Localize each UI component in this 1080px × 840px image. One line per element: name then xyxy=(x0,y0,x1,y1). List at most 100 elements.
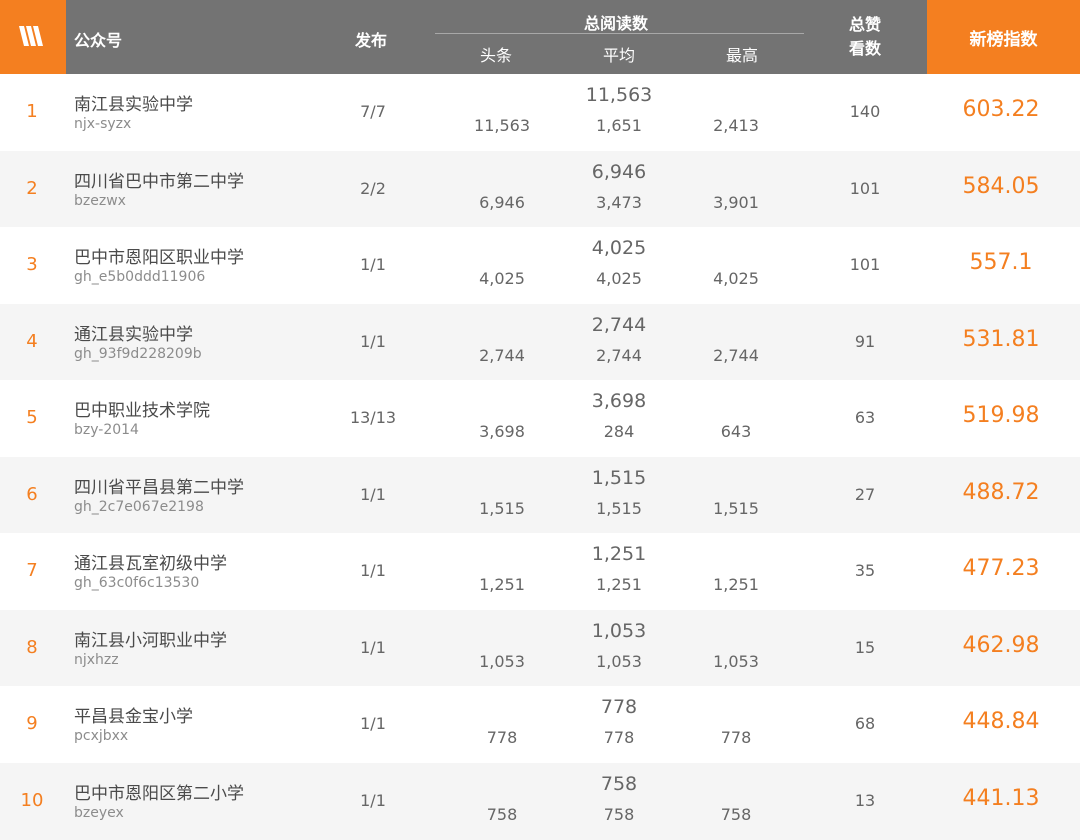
average-reads: 4,025 xyxy=(596,269,642,288)
rank: 1 xyxy=(26,101,38,122)
logo-cell xyxy=(0,0,66,74)
newrank-index: 557.1 xyxy=(969,250,1033,275)
headline-reads: 2,744 xyxy=(479,345,525,365)
highest-reads: 758 xyxy=(720,804,752,824)
highest-reads: 2,413 xyxy=(713,116,759,135)
publish-count: 13/13 xyxy=(349,408,397,427)
account-name: 巴中市恩阳区第二小学 xyxy=(74,783,244,804)
newrank-index: 519.98 xyxy=(962,403,1040,428)
likes-count: 13 xyxy=(854,790,876,810)
account-name: 四川省平昌县第二中学 xyxy=(74,477,244,498)
average-reads: 1,251 xyxy=(596,575,642,594)
rank: 2 xyxy=(26,177,38,199)
rank: 8 xyxy=(26,636,38,658)
rank: 7 xyxy=(26,560,38,581)
rank: 3 xyxy=(26,254,38,275)
table-header: 公众号 发布 总阅读数 头条 平均 最高 总赞 看数 新榜指数 xyxy=(0,0,1080,74)
headline-reads: 758 xyxy=(486,804,518,824)
publish-count: 1/1 xyxy=(360,790,386,810)
total-reads: 1,515 xyxy=(591,466,647,489)
newrank-index: 477.23 xyxy=(962,556,1040,581)
col-average-header: 平均 xyxy=(602,46,636,65)
headline-reads: 3,698 xyxy=(479,422,525,441)
newrank-index: 441.13 xyxy=(962,785,1040,811)
account-id: bzy-2014 xyxy=(74,422,139,438)
rank: 10 xyxy=(20,789,44,811)
likes-count: 63 xyxy=(854,408,876,427)
total-reads: 3,698 xyxy=(591,390,647,412)
likes-count: 91 xyxy=(854,331,876,351)
newrank-index: 531.81 xyxy=(962,326,1040,352)
col-index-header: 新榜指数 xyxy=(927,0,1080,74)
table-row[interactable]: 7 通江县瓦室初级中学 gh_63c0f6c13530 1/1 1,251 1,251 1,… xyxy=(0,533,1080,610)
headline-reads: 1,251 xyxy=(479,575,525,594)
table-row[interactable]: 6 四川省平昌县第二中学 gh_2c7e067e2198 1/1 1,515 1,515 1… xyxy=(0,456,1080,534)
table-row[interactable]: 9 平昌县金宝小学 pcxjbxx 1/1 778 778 778 778 68 448.84 xyxy=(0,686,1080,763)
account-name: 通江县实验中学 xyxy=(74,324,193,345)
table-row[interactable]: 1 南江县实验中学 njx-syzx 7/7 11,563 11,563 1,651 2,41… xyxy=(0,74,1080,151)
table-row[interactable]: 2 四川省巴中市第二中学 bzezwx 2/2 6,946 6,946 3,473 3,901… xyxy=(0,150,1080,228)
highest-reads: 1,515 xyxy=(713,498,759,518)
average-reads: 778 xyxy=(603,728,635,747)
account-id: gh_63c0f6c13530 xyxy=(74,575,200,591)
headline-reads: 4,025 xyxy=(479,269,525,288)
account-id: gh_93f9d228209b xyxy=(74,345,202,362)
account-id: bzezwx xyxy=(74,192,126,209)
publish-count: 1/1 xyxy=(360,561,386,580)
col-publish-header: 发布 xyxy=(355,31,388,50)
publish-count: 2/2 xyxy=(360,178,386,198)
highest-reads: 4,025 xyxy=(713,269,759,288)
publish-count: 1/1 xyxy=(360,637,386,657)
header-divider xyxy=(435,33,804,34)
total-reads: 2,744 xyxy=(591,313,647,336)
headline-reads: 11,563 xyxy=(474,116,530,135)
col-total-reads-header: 总阅读数 xyxy=(584,14,649,33)
highest-reads: 3,901 xyxy=(713,192,759,212)
average-reads: 1,515 xyxy=(596,498,642,518)
table-row[interactable]: 5 巴中职业技术学院 bzy-2014 13/13 3,698 3,698 284 643 63… xyxy=(0,380,1080,457)
highest-reads: 1,053 xyxy=(713,651,759,671)
total-reads: 6,946 xyxy=(591,160,647,183)
account-id: gh_e5b0ddd11906 xyxy=(74,269,206,285)
average-reads: 1,053 xyxy=(596,651,642,671)
newrank-logo-icon xyxy=(19,26,43,46)
rank: 5 xyxy=(26,407,38,428)
account-name: 通江县瓦室初级中学 xyxy=(74,554,227,574)
table-row[interactable]: 8 南江县小河职业中学 njxhzz 1/1 1,053 1,053 1,053 1,053 1… xyxy=(0,609,1080,687)
headline-reads: 778 xyxy=(486,728,518,747)
average-reads: 758 xyxy=(603,804,635,824)
headline-reads: 1,515 xyxy=(479,498,525,518)
highest-reads: 778 xyxy=(720,728,752,747)
table-row[interactable]: 10 巴中市恩阳区第二小学 bzeyex 1/1 758 758 758 758 13 441.1… xyxy=(0,762,1080,840)
account-name: 巴中市恩阳区职业中学 xyxy=(74,248,244,268)
account-name: 巴中职业技术学院 xyxy=(74,401,210,421)
likes-header-line2: 看数 xyxy=(848,39,881,58)
table-row[interactable]: 4 通江县实验中学 gh_93f9d228209b 1/1 2,744 2,744 2,74… xyxy=(0,303,1080,381)
total-reads: 1,251 xyxy=(591,543,647,565)
newrank-index: 488.72 xyxy=(962,479,1040,505)
likes-count: 101 xyxy=(849,255,881,274)
account-name: 南江县实验中学 xyxy=(74,95,193,115)
ranking-table: 公众号 发布 总阅读数 头条 平均 最高 总赞 看数 新榜指数 1 南江县实验中学… xyxy=(0,0,1080,840)
total-reads: 1,053 xyxy=(591,619,647,642)
average-reads: 284 xyxy=(603,422,635,441)
headline-reads: 1,053 xyxy=(479,651,525,671)
likes-count: 15 xyxy=(854,637,876,657)
account-id: gh_2c7e067e2198 xyxy=(74,498,204,515)
likes-header-line1: 总赞 xyxy=(848,15,881,34)
col-highest-header: 最高 xyxy=(725,46,759,65)
account-name: 四川省巴中市第二中学 xyxy=(74,171,244,192)
publish-count: 1/1 xyxy=(360,714,386,733)
col-headline-header: 头条 xyxy=(479,46,513,65)
highest-reads: 643 xyxy=(720,422,752,441)
average-reads: 1,651 xyxy=(596,116,642,135)
table-row[interactable]: 3 巴中市恩阳区职业中学 gh_e5b0ddd11906 1/1 4,025 4,025 4… xyxy=(0,227,1080,304)
newrank-index: 462.98 xyxy=(962,632,1040,658)
newrank-index: 603.22 xyxy=(962,97,1040,122)
total-reads: 758 xyxy=(600,772,638,795)
publish-count: 1/1 xyxy=(360,331,386,351)
likes-count: 101 xyxy=(849,178,881,198)
publish-count: 1/1 xyxy=(360,255,386,274)
publish-count: 1/1 xyxy=(360,484,386,504)
rank: 6 xyxy=(26,483,38,505)
